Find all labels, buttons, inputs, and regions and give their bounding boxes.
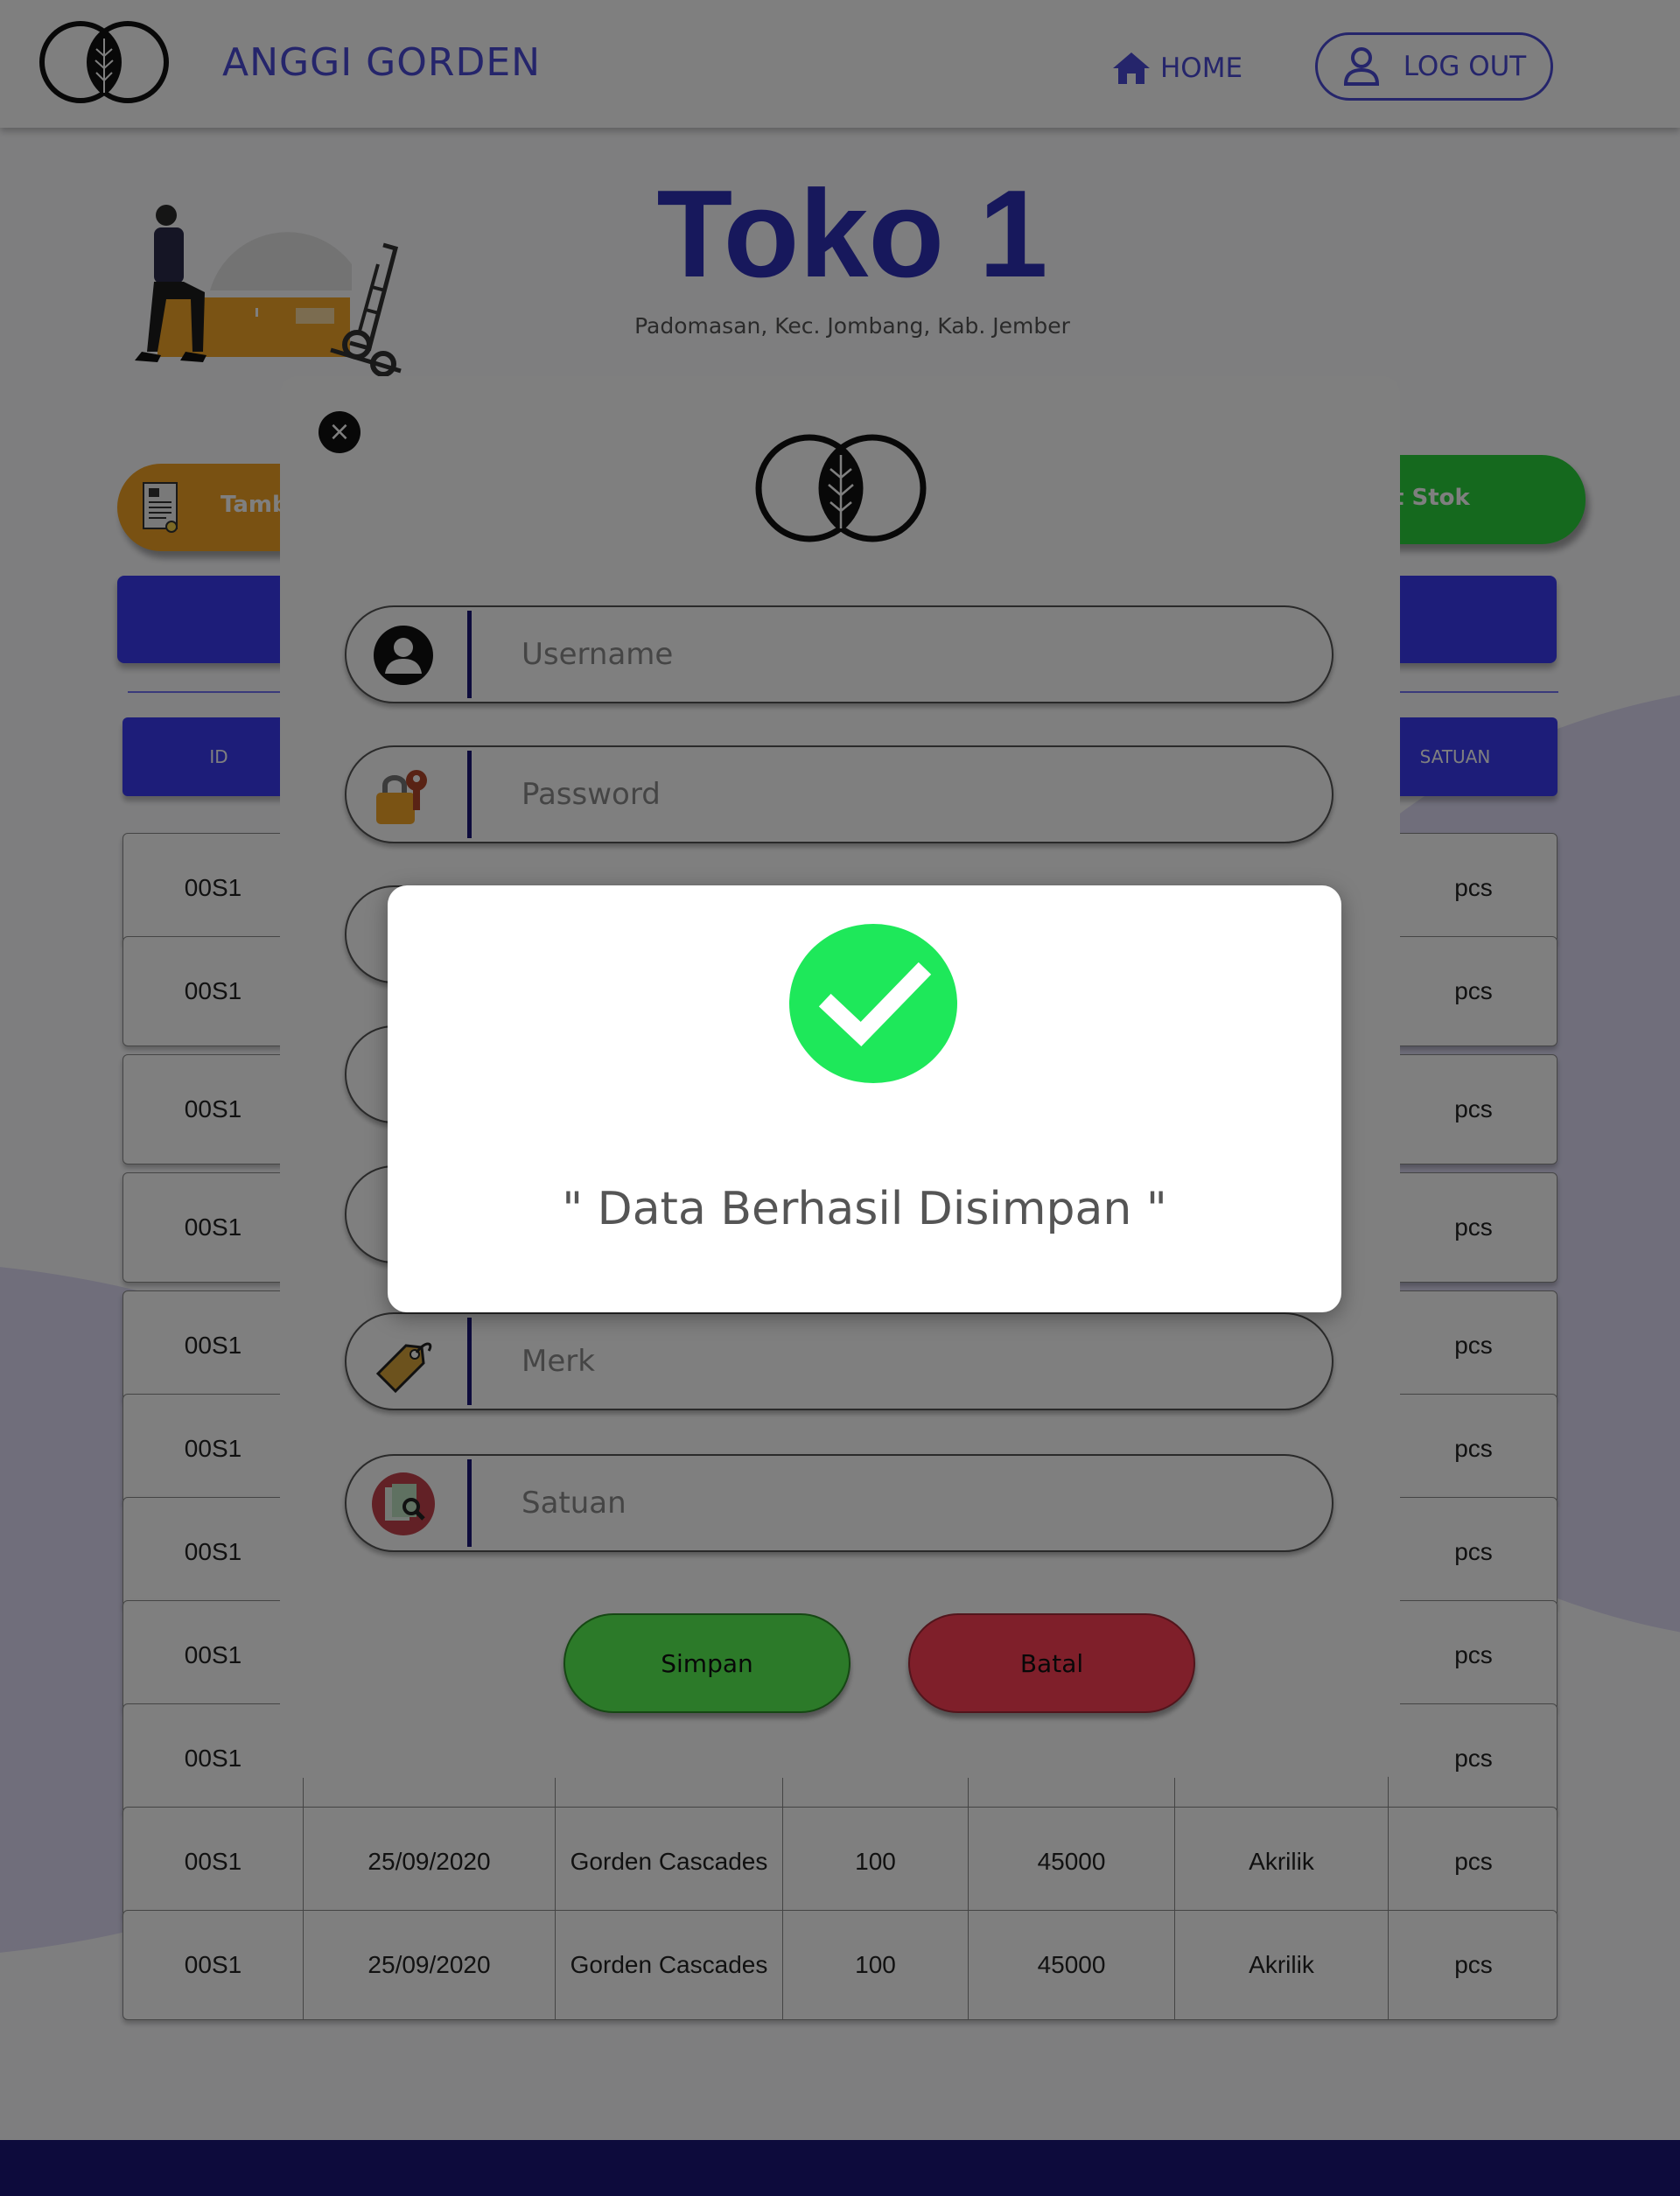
success-message: " Data Berhasil Disimpan " [562,1183,1167,1235]
success-dialog: " Data Berhasil Disimpan " [388,885,1341,1312]
success-check-icon [789,924,957,1083]
